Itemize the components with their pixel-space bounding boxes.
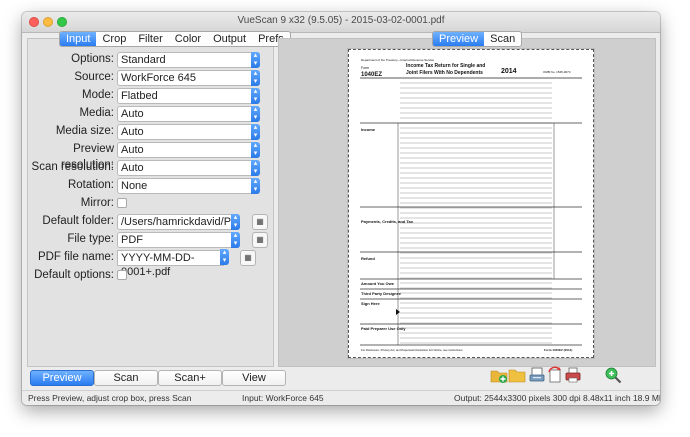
select-arrows-icon: ▴ ▾: [231, 214, 240, 230]
media-label: Media:: [79, 107, 114, 119]
media-size-label: Media size:: [55, 125, 114, 137]
default-folder-select[interactable]: /Users/hamrickdavid/Pictures ▴▾: [117, 214, 240, 230]
rotation-select[interactable]: None ▴ ▾: [117, 178, 260, 194]
preview-document[interactable]: Department of the Treasury—Internal Reve…: [348, 49, 594, 358]
mirror-checkbox[interactable]: [117, 198, 127, 208]
select-arrows-icon: ▴ ▾: [231, 232, 240, 248]
tab-color[interactable]: Color: [169, 32, 207, 46]
select-arrows-icon: ▴ ▾: [251, 106, 260, 122]
default-options-label: Default options:: [34, 269, 114, 281]
crop-box[interactable]: [348, 49, 594, 358]
preview-button[interactable]: Preview: [30, 370, 94, 386]
tab-output[interactable]: Output: [207, 32, 252, 46]
view-button[interactable]: View: [222, 370, 286, 386]
tab-preview[interactable]: Preview: [433, 32, 485, 46]
file-type-select[interactable]: PDF ▴ ▾: [117, 232, 240, 248]
status-hint: Press Preview, adjust crop box, press Sc…: [28, 393, 192, 403]
print-icon[interactable]: [564, 366, 582, 384]
tab-scan[interactable]: Scan: [484, 32, 521, 46]
media-size-select[interactable]: Auto ▴ ▾: [117, 124, 260, 140]
mirror-label: Mirror:: [80, 197, 114, 209]
folder-icon[interactable]: [508, 366, 526, 384]
window-title: VueScan 9 x32 (9.5.05) - 2015-03-02-0001…: [237, 15, 445, 26]
mode-row: Mode: Flatbed ▴ ▾: [28, 87, 273, 105]
tab-input[interactable]: Input: [60, 32, 97, 46]
status-bar: Press Preview, adjust crop box, press Sc…: [22, 390, 660, 405]
pdf-file-name-input[interactable]: YYYY-MM-DD-0001+.pdf: [117, 250, 224, 278]
select-arrows-icon: ▴ ▾: [251, 178, 260, 194]
scan-plus-button[interactable]: Scan+: [158, 370, 222, 386]
new-folder-icon[interactable]: [490, 366, 508, 384]
pdf-file-name-row: PDF file name: YYYY-MM-DD-0001+.pdf ▴ ▾ ▦: [28, 249, 273, 278]
preview-resolution-select[interactable]: Auto ▴ ▾: [117, 142, 260, 158]
file-type-label: File type:: [67, 233, 114, 245]
default-folder-label: Default folder:: [42, 215, 114, 227]
select-arrows-icon: ▴ ▾: [251, 124, 260, 140]
file-type-row: File type: PDF ▴ ▾ ▦: [28, 231, 273, 249]
source-label: Source:: [74, 71, 114, 83]
select-arrows-icon: ▴ ▾: [251, 52, 260, 68]
preview-resolution-row: Preview resolution: Auto ▴ ▾: [28, 141, 273, 171]
status-output: Output: 2544x3300 pixels 300 dpi 8.48x11…: [454, 393, 660, 403]
scanner-icon[interactable]: [528, 366, 546, 384]
rotation-row: Rotation: None ▴ ▾: [28, 177, 273, 195]
title-bar: VueScan 9 x32 (9.5.05) - 2015-03-02-0001…: [22, 12, 660, 33]
source-select[interactable]: WorkForce 645 ▴ ▾: [117, 70, 260, 86]
mirror-row: Mirror:: [28, 195, 273, 213]
pdf-file-name-options-button[interactable]: ▦: [240, 250, 256, 266]
browse-folder-button[interactable]: ▦: [252, 214, 268, 230]
options-select[interactable]: Standard ▴ ▾: [117, 52, 260, 68]
pdf-file-name-label: PDF file name:: [37, 251, 114, 263]
select-arrows-icon: ▴ ▾: [220, 249, 229, 265]
select-arrows-icon: ▴ ▾: [251, 142, 260, 158]
scan-button[interactable]: Scan: [94, 370, 158, 386]
tab-crop[interactable]: Crop: [96, 32, 132, 46]
pdf-file-name-stepper[interactable]: ▴ ▾: [220, 249, 229, 265]
app-window: VueScan 9 x32 (9.5.05) - 2015-03-02-0001…: [22, 12, 660, 405]
scan-resolution-label: Scan resolution:: [31, 161, 114, 173]
mode-label: Mode:: [82, 89, 114, 101]
status-input: Input: WorkForce 645: [242, 393, 324, 403]
default-options-row: Default options:: [28, 267, 273, 285]
scan-resolution-select[interactable]: Auto ▴ ▾: [117, 160, 260, 176]
media-size-row: Media size: Auto ▴ ▾: [28, 123, 273, 141]
preview-tabs: Preview Scan: [432, 31, 523, 47]
select-arrows-icon: ▴ ▾: [251, 88, 260, 104]
select-arrows-icon: ▴ ▾: [251, 160, 260, 176]
options-label: Options:: [71, 53, 114, 65]
zoom-in-icon[interactable]: [604, 366, 622, 384]
tab-filter[interactable]: Filter: [132, 32, 168, 46]
settings-panel: Options: Standard ▴ ▾ Source: WorkForce 6…: [27, 38, 274, 367]
rotation-label: Rotation:: [67, 179, 114, 191]
source-row: Source: WorkForce 645 ▴ ▾: [28, 69, 273, 87]
select-arrows-icon: ▴ ▾: [251, 70, 260, 86]
media-select[interactable]: Auto ▴ ▾: [117, 106, 260, 122]
default-folder-row: Default folder: /Users/hamrickdavid/Pict…: [28, 213, 273, 231]
default-options-checkbox[interactable]: [117, 270, 127, 280]
options-row: Options: Standard ▴ ▾: [28, 51, 273, 69]
mode-select[interactable]: Flatbed ▴ ▾: [117, 88, 260, 104]
rotate-icon[interactable]: [546, 366, 564, 384]
media-row: Media: Auto ▴ ▾: [28, 105, 273, 123]
scan-resolution-row: Scan resolution: Auto ▴ ▾: [28, 159, 273, 177]
file-type-options-button[interactable]: ▦: [252, 232, 268, 248]
settings-tabs: Input Crop Filter Color Output Prefs: [59, 31, 291, 47]
